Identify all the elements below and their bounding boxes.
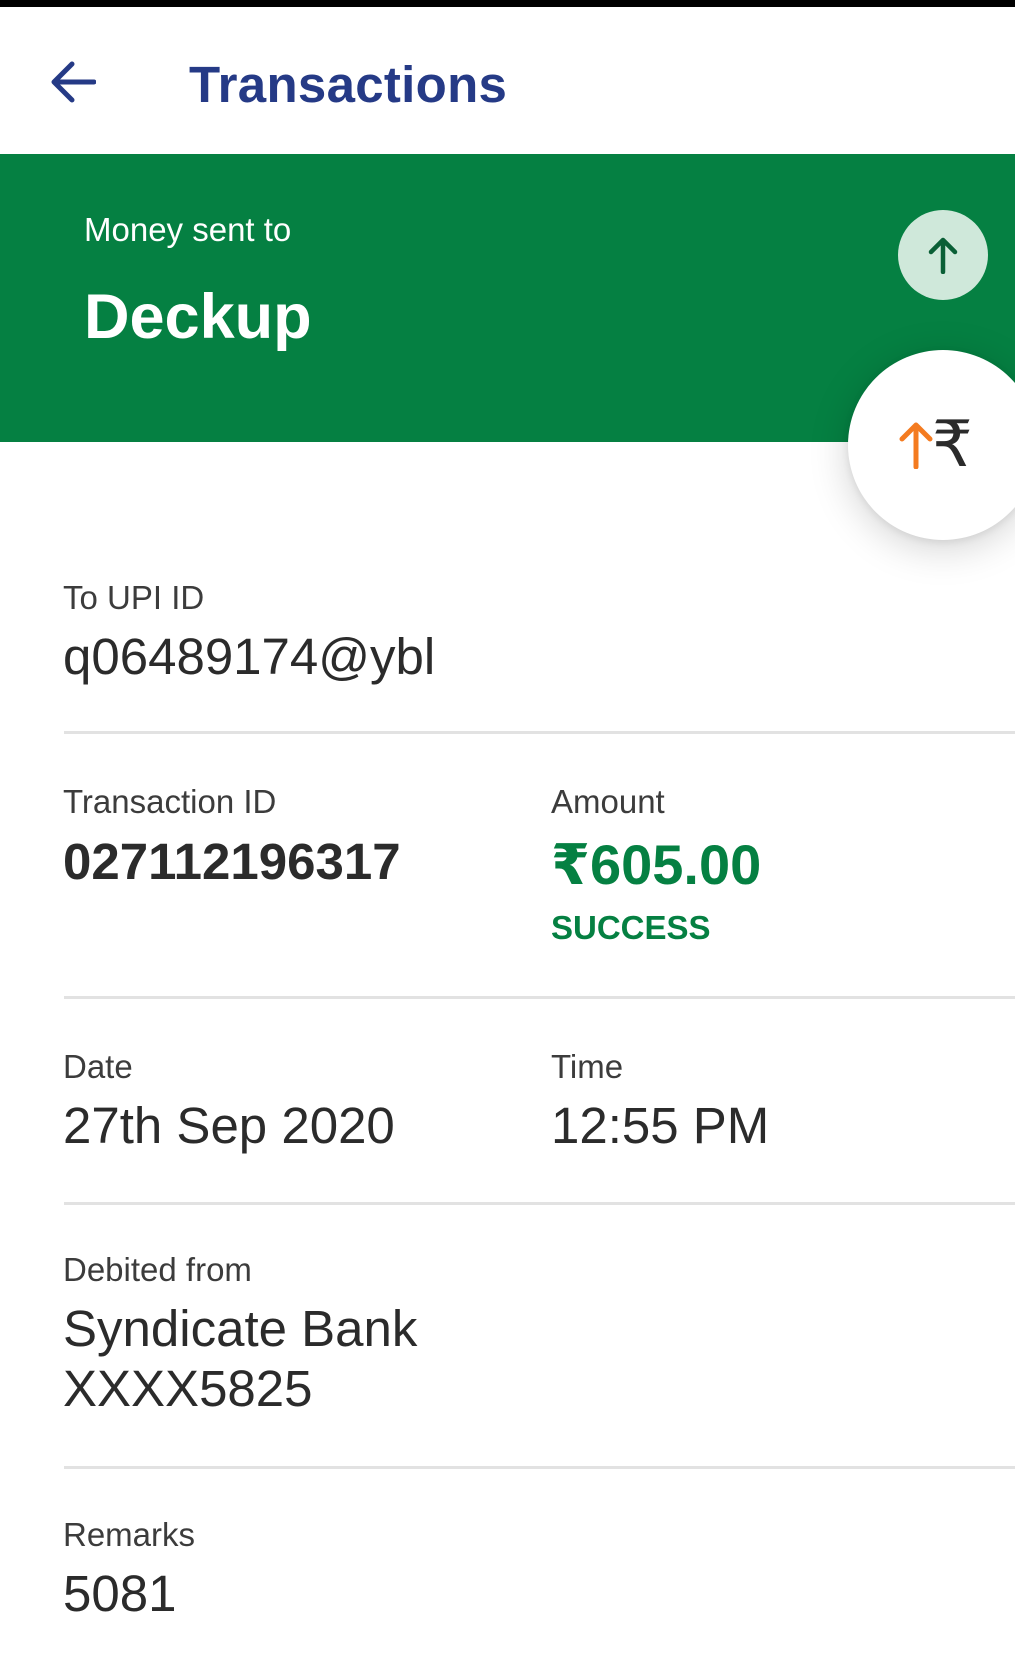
status-badge: SUCCESS: [551, 909, 711, 946]
sent-direction-badge: [898, 210, 988, 300]
amount-label: Amount: [551, 783, 665, 820]
date-label: Date: [63, 1048, 133, 1085]
rupee-icon: ₹: [932, 408, 973, 482]
recipient-name: Deckup: [84, 282, 312, 352]
divider: [64, 1466, 1015, 1469]
divider: [64, 731, 1015, 734]
remarks-label: Remarks: [63, 1516, 196, 1553]
amount-value: ₹605.00: [551, 833, 762, 896]
status-bar-edge: [0, 0, 1015, 7]
page-title: Transactions: [189, 56, 508, 113]
time-label: Time: [551, 1048, 624, 1085]
arrow-up-icon: [928, 237, 958, 274]
money-sent-to-label: Money sent to: [84, 211, 292, 248]
divider: [64, 996, 1015, 999]
remarks-value: 5081: [63, 1565, 177, 1622]
back-button[interactable]: [40, 49, 106, 115]
upi-id-label: To UPI ID: [63, 579, 205, 616]
transaction-id-label: Transaction ID: [63, 783, 277, 820]
time-value: 12:55 PM: [551, 1097, 770, 1154]
upi-id-value: q06489174@ybl: [63, 628, 436, 685]
transaction-details-screen: Transactions Money sent to Deckup ₹ To U…: [0, 0, 1015, 1667]
arrow-up-orange-icon: [899, 422, 933, 469]
debited-from-label: Debited from: [63, 1251, 252, 1288]
bank-name: Syndicate Bank: [63, 1300, 418, 1357]
transaction-id-value: 027112196317: [63, 833, 401, 890]
date-value: 27th Sep 2020: [63, 1097, 395, 1154]
arrow-left-icon: [51, 61, 96, 103]
app-bar: Transactions: [0, 7, 1015, 154]
account-number: XXXX5825: [63, 1360, 313, 1417]
divider: [64, 1202, 1015, 1205]
